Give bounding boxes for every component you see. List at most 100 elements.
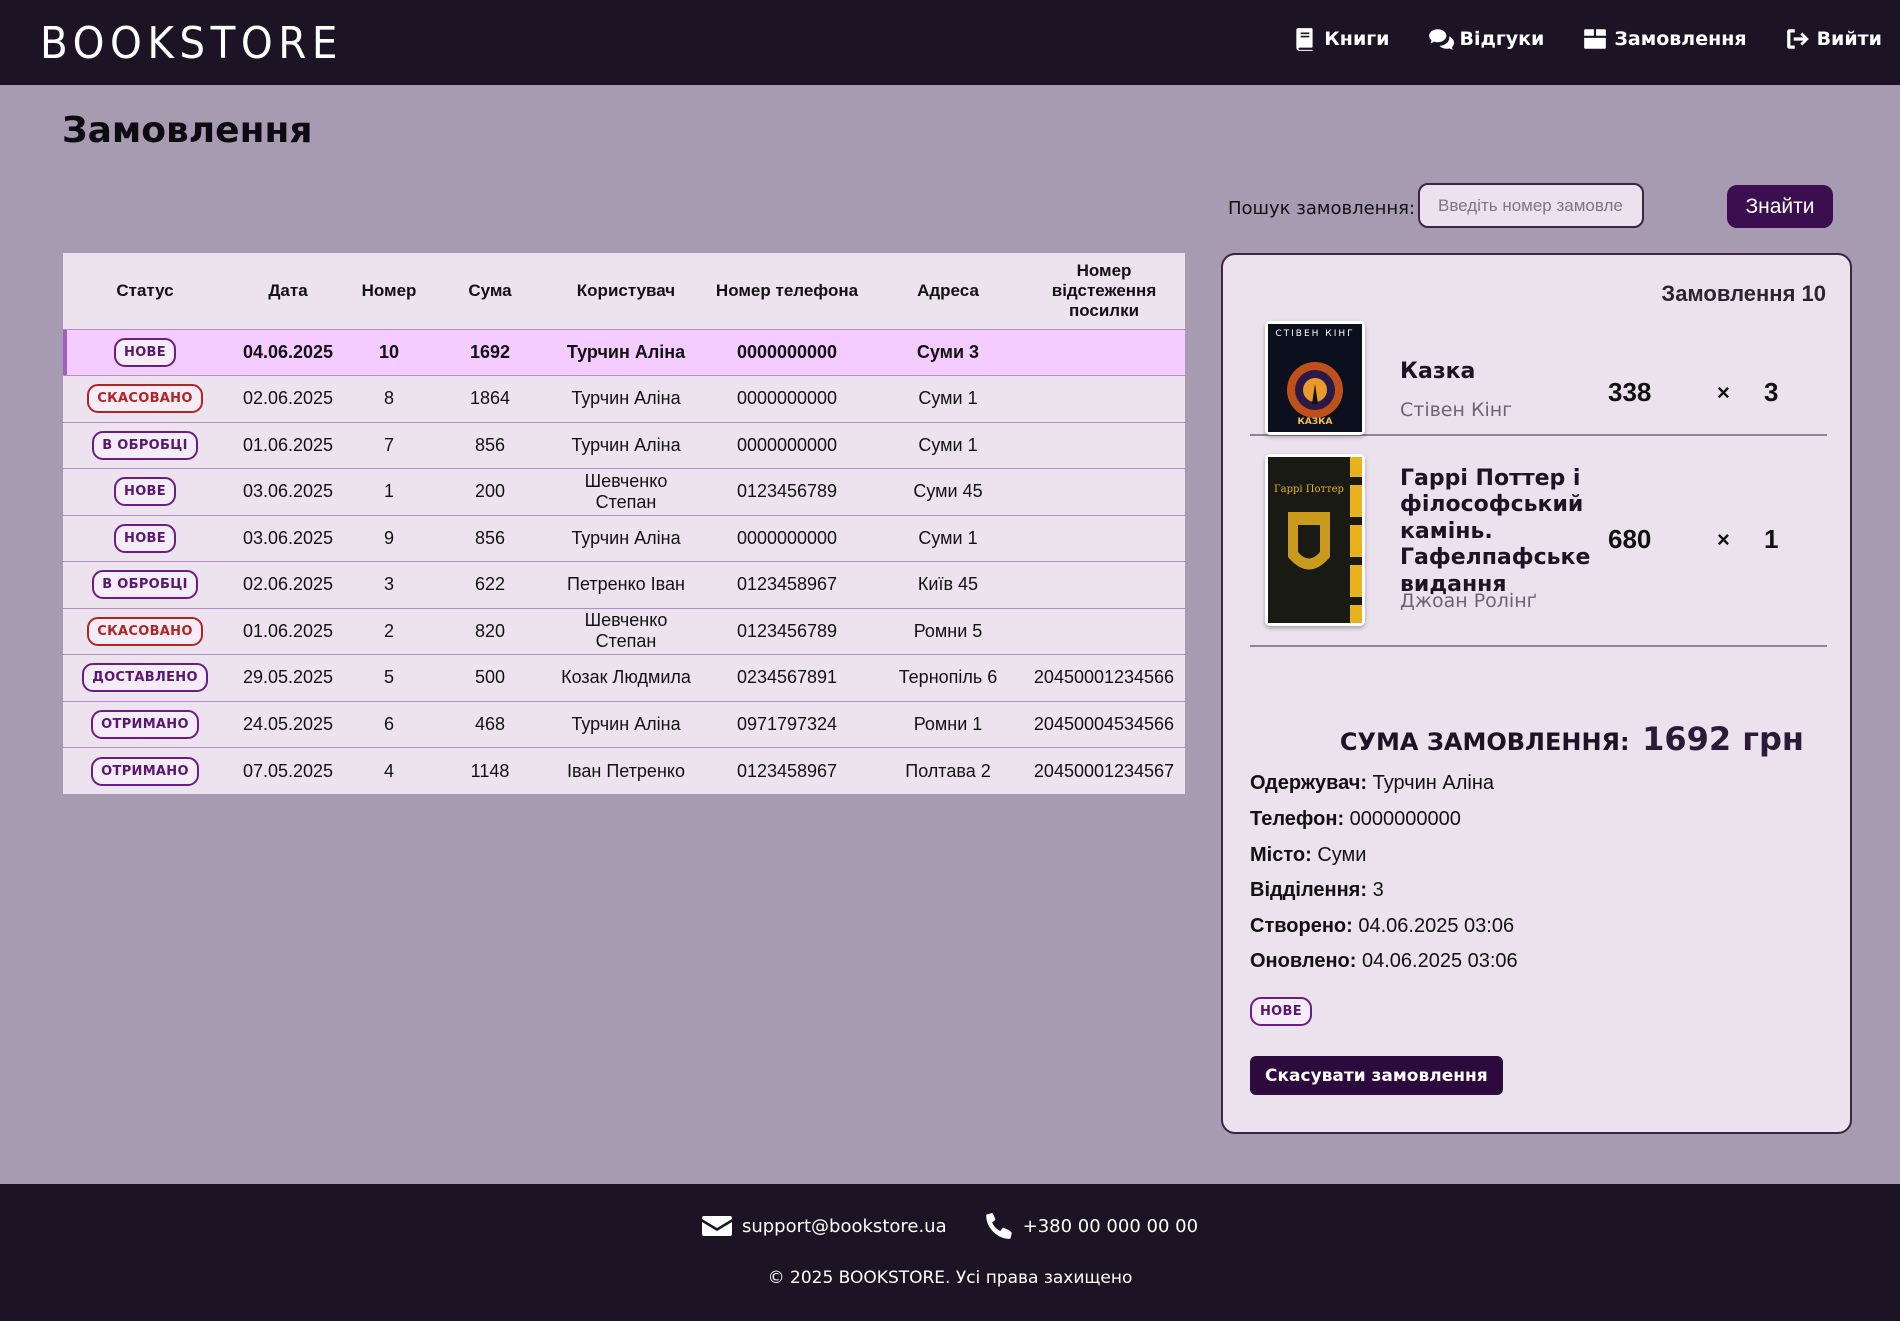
multiply-sign: × bbox=[1717, 527, 1730, 552]
book-price: 338 bbox=[1608, 377, 1652, 407]
cell-tracking bbox=[1023, 561, 1185, 609]
cell-status: СКАСОВАНО bbox=[63, 608, 227, 655]
cover-title-text: Гаррі Поттер bbox=[1274, 484, 1344, 495]
status-badge: В ОБРОБЦІ bbox=[92, 570, 198, 600]
book-title: Гаррі Поттер і філософський камінь. Гафе… bbox=[1400, 466, 1591, 597]
cell-sum: 856 bbox=[429, 515, 551, 562]
cell-sum: 1864 bbox=[429, 375, 551, 423]
book-author: Стівен Кінг bbox=[1400, 399, 1513, 421]
table-row[interactable]: НОВЕ 03.06.2025 9 856 Турчин Аліна 0000000000… bbox=[63, 515, 1185, 562]
cell-address: Ромни 1 bbox=[873, 701, 1023, 748]
phone-icon bbox=[985, 1213, 1012, 1239]
recipient-value: Турчин Аліна bbox=[1372, 772, 1494, 794]
cell-user: Іван Петренко bbox=[567, 760, 685, 781]
box-icon bbox=[1584, 29, 1607, 49]
page-title: Замовлення bbox=[62, 110, 313, 151]
order-total-value: 1692 грн bbox=[1642, 720, 1804, 758]
recipient-label: Одержувач: bbox=[1250, 772, 1368, 794]
cell-status: ОТРИМАНО bbox=[63, 748, 227, 795]
cell-tracking bbox=[1023, 608, 1185, 655]
cell-address: Тернопіль 6 bbox=[873, 654, 1023, 702]
table-row[interactable]: ДОСТАВЛЕНО 29.05.2025 5 500 Козак Людмила 023… bbox=[63, 654, 1185, 702]
branch-label: Відділення: bbox=[1250, 879, 1368, 901]
table-row[interactable]: СКАСОВАНО 02.06.2025 8 1864 Турчин Аліна 0000… bbox=[63, 375, 1185, 423]
search-button[interactable]: Знайти bbox=[1727, 185, 1833, 228]
cell-phone: 0123456789 bbox=[701, 608, 873, 655]
book-cover[interactable]: Гаррі Поттер bbox=[1265, 454, 1365, 626]
table-row[interactable]: НОВЕ 04.06.2025 10 1692 Турчин Аліна 00000000… bbox=[63, 329, 1185, 376]
cell-status: В ОБРОБЦІ bbox=[63, 561, 227, 609]
nav-books[interactable]: Книги bbox=[1292, 26, 1390, 52]
cell-sum: 1692 bbox=[429, 329, 551, 376]
nav-logout[interactable]: Вийти bbox=[1785, 26, 1882, 52]
book-cover-image: Гаррі Поттер bbox=[1268, 457, 1362, 623]
cell-address: Ромни 5 bbox=[873, 608, 1023, 655]
column-header-address: Адреса bbox=[873, 253, 1023, 330]
order-search-input[interactable] bbox=[1418, 183, 1644, 228]
book-cover[interactable]: СТІВЕН КІНГ КАЗКА bbox=[1265, 321, 1365, 435]
cell-address: Суми 3 bbox=[873, 329, 1023, 376]
footer-email-text: support@bookstore.ua bbox=[741, 1215, 947, 1237]
cell-number: 4 bbox=[383, 760, 394, 781]
multiply-sign: × bbox=[1717, 380, 1730, 405]
column-header-sum: Сума bbox=[429, 253, 551, 330]
column-header-phone: Номер телефона bbox=[701, 253, 873, 330]
cell-status: ДОСТАВЛЕНО bbox=[63, 654, 227, 702]
footer-phone[interactable]: +380 00 000 00 00 bbox=[985, 1212, 1198, 1240]
order-status-badge: НОВЕ bbox=[1250, 997, 1312, 1026]
cell-date: 29.05.2025 bbox=[227, 654, 349, 702]
nav-orders[interactable]: Замовлення bbox=[1582, 26, 1747, 52]
cell-tracking bbox=[1023, 422, 1185, 469]
cell-date: 02.06.2025 bbox=[227, 561, 349, 609]
updated-value: 04.06.2025 03:06 bbox=[1361, 950, 1518, 972]
cell-address: Суми 1 bbox=[873, 422, 1023, 469]
cell-user: Турчин Аліна bbox=[551, 701, 701, 748]
footer-phone-text: +380 00 000 00 00 bbox=[1022, 1215, 1199, 1237]
cancel-order-button[interactable]: Скасувати замовлення bbox=[1250, 1056, 1503, 1095]
cell-number: 5 bbox=[349, 654, 429, 702]
cell-tracking: 20450001234566 bbox=[1023, 654, 1185, 702]
updated-info: Оновлено: 04.06.2025 03:06 bbox=[1250, 950, 1518, 973]
status-badge: ДОСТАВЛЕНО bbox=[82, 663, 208, 693]
cell-status: НОВЕ bbox=[63, 515, 227, 562]
branch-value: 3 bbox=[1372, 879, 1384, 901]
cell-date: 01.06.2025 bbox=[227, 608, 349, 655]
site-logo[interactable]: BOOKSTORE bbox=[40, 18, 343, 69]
nav-reviews[interactable]: Відгуки bbox=[1428, 26, 1544, 52]
cell-tracking bbox=[1023, 468, 1185, 516]
cell-user: Шевченко Степан bbox=[551, 468, 701, 516]
status-badge: В ОБРОБЦІ bbox=[92, 430, 198, 460]
nav-books-label: Книги bbox=[1324, 28, 1390, 50]
cell-sum: 500 bbox=[429, 654, 551, 702]
table-row[interactable]: В ОБРОБЦІ 02.06.2025 3 622 Петренко Іван 0123… bbox=[63, 561, 1185, 609]
status-badge: ОТРИМАНО bbox=[91, 709, 199, 739]
cell-sum: 468 bbox=[429, 701, 551, 748]
table-row[interactable]: НОВЕ 03.06.2025 1 200 Шевченко Степан 0123456… bbox=[63, 468, 1185, 516]
cell-date: 04.06.2025 bbox=[227, 329, 349, 376]
cell-tracking: 20450001234567 bbox=[1033, 760, 1175, 781]
city-label: Місто: bbox=[1250, 844, 1312, 866]
order-total-label: СУМА ЗАМОВЛЕННЯ: bbox=[1339, 728, 1630, 756]
orders-table: Статус Дата Номер Сума Користувач Номер … bbox=[63, 253, 1185, 794]
column-header-status: Статус bbox=[63, 253, 227, 330]
cell-number: 2 bbox=[349, 608, 429, 655]
recipient-info: Одержувач: Турчин Аліна bbox=[1250, 772, 1494, 795]
table-row[interactable]: В ОБРОБЦІ 01.06.2025 7 856 Турчин Аліна 00000… bbox=[63, 422, 1185, 469]
cell-date: 03.06.2025 bbox=[227, 468, 349, 516]
table-row[interactable]: ОТРИМАНО 07.05.2025 4 1148 Іван Петренко 0123… bbox=[63, 748, 1185, 795]
branch-info: Відділення: 3 bbox=[1250, 879, 1384, 902]
cell-sum: 856 bbox=[429, 422, 551, 469]
table-row[interactable]: ОТРИМАНО 24.05.2025 6 468 Турчин Аліна 097179… bbox=[63, 701, 1185, 748]
footer-email[interactable]: support@bookstore.ua bbox=[701, 1212, 947, 1240]
cell-user: Петренко Іван bbox=[551, 561, 701, 609]
cell-address: Київ 45 bbox=[873, 561, 1023, 609]
book-author: Джоан Ролінґ bbox=[1400, 590, 1537, 612]
cell-user: Турчин Аліна bbox=[551, 422, 701, 469]
order-total: СУМА ЗАМОВЛЕННЯ: 1692 грн bbox=[1223, 720, 1854, 758]
status-badge: ОТРИМАНО bbox=[91, 756, 199, 786]
table-row[interactable]: СКАСОВАНО 01.06.2025 2 820 Шевченко Степан 01… bbox=[63, 608, 1185, 655]
cell-phone: 0971797324 bbox=[701, 701, 873, 748]
cell-user: Турчин Аліна bbox=[551, 329, 701, 376]
cell-tracking bbox=[1023, 329, 1185, 376]
book-title: Казка bbox=[1400, 359, 1476, 384]
